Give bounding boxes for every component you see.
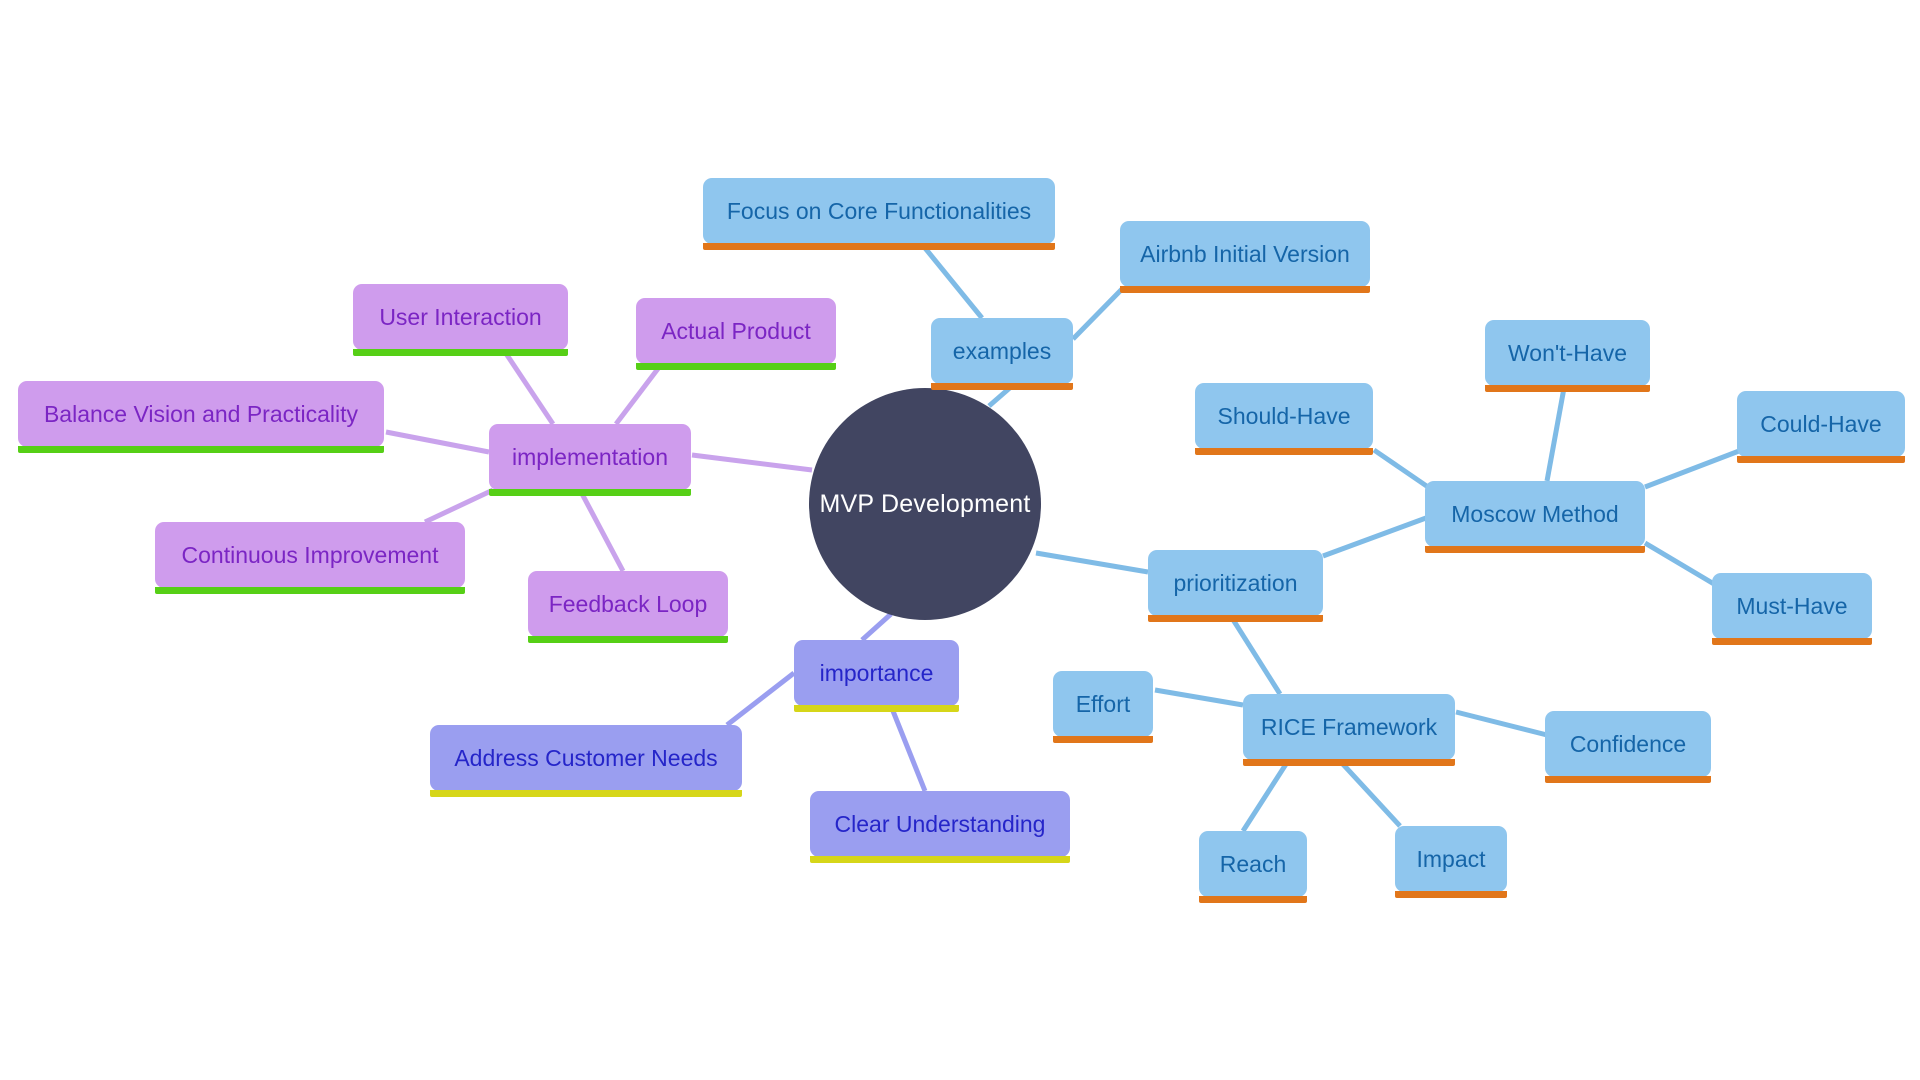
node-rice-label: RICE Framework	[1260, 713, 1438, 740]
node-confidence-accent-bar	[1545, 776, 1711, 783]
node-continuous-accent-bar	[155, 587, 465, 594]
node-clear_under-accent-bar	[810, 856, 1070, 863]
node-prioritization[interactable]: prioritization	[1148, 550, 1323, 616]
node-balance-label: Balance Vision and Practicality	[43, 400, 359, 427]
node-could_have[interactable]: Could-Have	[1737, 391, 1905, 457]
node-importance-accent-bar	[794, 705, 959, 712]
node-must_have-accent-bar	[1712, 638, 1872, 645]
node-actual_product[interactable]: Actual Product	[636, 298, 836, 364]
node-should_have-accent-bar	[1195, 448, 1373, 455]
node-prioritization-label: prioritization	[1173, 569, 1298, 596]
node-moscow-label: Moscow Method	[1451, 500, 1619, 527]
mindmap-canvas: MVP Development examples Focus on Core Fun…	[0, 0, 1920, 1080]
node-user_interact-accent-bar	[353, 349, 568, 356]
node-rice[interactable]: RICE Framework	[1243, 694, 1455, 760]
root-node[interactable]: MVP Development	[809, 388, 1041, 620]
node-impact[interactable]: Impact	[1395, 826, 1507, 892]
node-feedback-label: Feedback Loop	[548, 590, 708, 617]
node-user_interact-label: User Interaction	[379, 303, 542, 330]
node-impact-label: Impact	[1416, 845, 1486, 872]
node-balance[interactable]: Balance Vision and Practicality	[18, 381, 384, 447]
node-impact-accent-bar	[1395, 891, 1507, 898]
node-reach-accent-bar	[1199, 896, 1307, 903]
node-moscow[interactable]: Moscow Method	[1425, 481, 1645, 547]
node-continuous[interactable]: Continuous Improvement	[155, 522, 465, 588]
node-feedback[interactable]: Feedback Loop	[528, 571, 728, 637]
node-rice-accent-bar	[1243, 759, 1455, 766]
node-implementation[interactable]: implementation	[489, 424, 691, 490]
node-layer: MVP Development examples Focus on Core Fun…	[0, 0, 1920, 1080]
root-node-label: MVP Development	[819, 489, 1031, 518]
node-airbnb-accent-bar	[1120, 286, 1370, 293]
node-confidence-label: Confidence	[1569, 730, 1687, 757]
node-confidence[interactable]: Confidence	[1545, 711, 1711, 777]
node-should_have-label: Should-Have	[1217, 402, 1351, 429]
node-address_needs[interactable]: Address Customer Needs	[430, 725, 742, 791]
node-must_have[interactable]: Must-Have	[1712, 573, 1872, 639]
node-could_have-accent-bar	[1737, 456, 1905, 463]
node-importance[interactable]: importance	[794, 640, 959, 706]
node-reach-label: Reach	[1219, 850, 1287, 877]
node-should_have[interactable]: Should-Have	[1195, 383, 1373, 449]
node-focus_core[interactable]: Focus on Core Functionalities	[703, 178, 1055, 244]
node-feedback-accent-bar	[528, 636, 728, 643]
node-wont_have-label: Won't-Have	[1507, 339, 1627, 366]
node-effort[interactable]: Effort	[1053, 671, 1153, 737]
node-airbnb-label: Airbnb Initial Version	[1140, 240, 1350, 267]
node-actual_product-label: Actual Product	[661, 317, 811, 344]
node-must_have-label: Must-Have	[1736, 592, 1848, 619]
node-implementation-accent-bar	[489, 489, 691, 496]
node-actual_product-accent-bar	[636, 363, 836, 370]
node-examples[interactable]: examples	[931, 318, 1073, 384]
node-balance-accent-bar	[18, 446, 384, 453]
node-examples-accent-bar	[931, 383, 1073, 390]
node-wont_have-accent-bar	[1485, 385, 1650, 392]
node-wont_have[interactable]: Won't-Have	[1485, 320, 1650, 386]
node-implementation-label: implementation	[512, 443, 668, 470]
node-user_interact[interactable]: User Interaction	[353, 284, 568, 350]
node-airbnb[interactable]: Airbnb Initial Version	[1120, 221, 1370, 287]
node-reach[interactable]: Reach	[1199, 831, 1307, 897]
node-examples-label: examples	[952, 337, 1052, 364]
node-importance-label: importance	[819, 659, 934, 686]
node-prioritization-accent-bar	[1148, 615, 1323, 622]
node-effort-accent-bar	[1053, 736, 1153, 743]
node-could_have-label: Could-Have	[1760, 410, 1882, 437]
node-address_needs-label: Address Customer Needs	[454, 744, 718, 771]
node-clear_under-label: Clear Understanding	[834, 810, 1046, 837]
node-focus_core-label: Focus on Core Functionalities	[726, 197, 1032, 224]
node-address_needs-accent-bar	[430, 790, 742, 797]
node-moscow-accent-bar	[1425, 546, 1645, 553]
node-effort-label: Effort	[1075, 690, 1131, 717]
node-clear_under[interactable]: Clear Understanding	[810, 791, 1070, 857]
node-focus_core-accent-bar	[703, 243, 1055, 250]
node-continuous-label: Continuous Improvement	[181, 541, 439, 568]
